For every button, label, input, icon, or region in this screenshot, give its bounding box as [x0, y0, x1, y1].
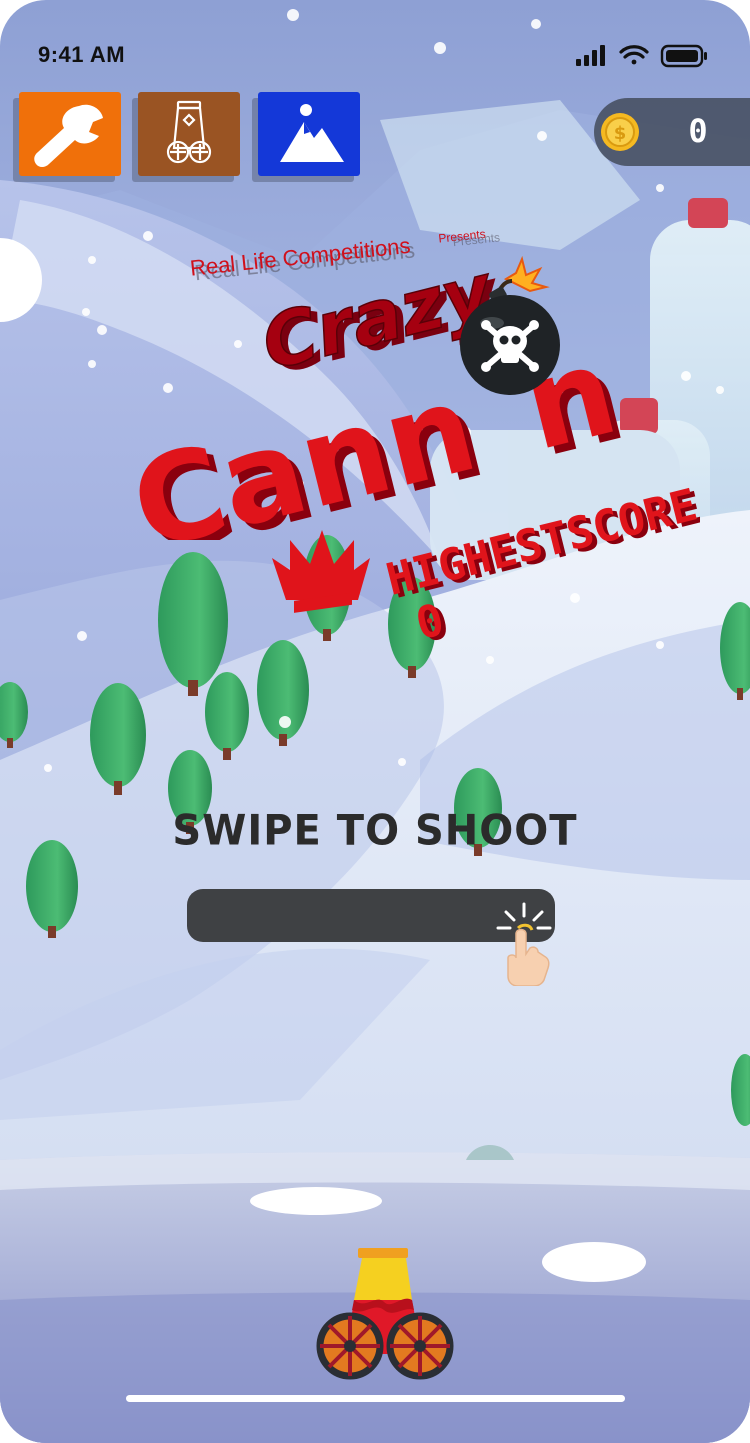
svg-text:$: $	[614, 123, 627, 144]
cannon-select-button[interactable]	[138, 92, 240, 176]
coin-count: 0	[688, 112, 708, 150]
game-screen[interactable]: 9:41 AM $ 0 Real Life Competitions Real …	[0, 0, 750, 1443]
coin-counter: $ 0	[594, 98, 750, 166]
tap-hand-icon	[496, 902, 552, 986]
highscore-value: 0	[411, 594, 449, 650]
mountain-icon	[280, 104, 344, 162]
battery-icon	[660, 44, 707, 68]
status-time: 9:41 AM	[38, 42, 126, 67]
highscore-panel: HIGHESTSCORE HIGHESTSCORE 0 0	[272, 480, 700, 650]
wifi-icon	[619, 45, 649, 65]
swipe-instruction: SWIPE TO SHOOT	[172, 806, 578, 856]
cellular-signal-icon	[576, 45, 605, 66]
crown-icon	[272, 530, 370, 613]
player-cannon[interactable]	[310, 1244, 460, 1384]
cannon-icon	[166, 100, 212, 164]
home-indicator[interactable]	[126, 1395, 625, 1402]
coin-icon: $	[601, 113, 639, 151]
scene-select-button[interactable]	[258, 92, 360, 176]
status-icons	[576, 42, 712, 74]
wrench-icon	[34, 104, 103, 167]
settings-button[interactable]	[19, 92, 121, 176]
